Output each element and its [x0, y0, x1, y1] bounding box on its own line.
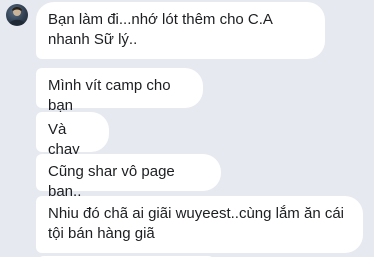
message-bubble[interactable]: Nhiu đó chã ai giãi wuyeest..cùng lắm ăn… — [36, 196, 363, 253]
message-text: Bạn làm đi...nhớ lót thêm cho C.A nhanh … — [48, 11, 273, 48]
message-bubble[interactable]: Cũng shar vô page bạn.. — [36, 154, 221, 200]
message-text: Nhiu đó chã ai giãi wuyeest..cùng lắm ăn… — [48, 205, 345, 242]
message-text: Và chạy — [48, 121, 80, 158]
message-bubble[interactable]: Bạn làm đi...nhớ lót thêm cho C.A nhanh … — [36, 2, 325, 59]
message-text: Mình vít camp cho bạn — [48, 77, 171, 114]
chat-thread: Bạn làm đi...nhớ lót thêm cho C.A nhanh … — [0, 0, 374, 257]
message-bubble[interactable]: Và chạy — [36, 112, 109, 158]
contact-avatar-icon[interactable] — [6, 4, 28, 26]
message-bubble[interactable]: Mình vít camp cho bạn — [36, 68, 203, 114]
message-text: Cũng shar vô page bạn.. — [48, 163, 175, 200]
